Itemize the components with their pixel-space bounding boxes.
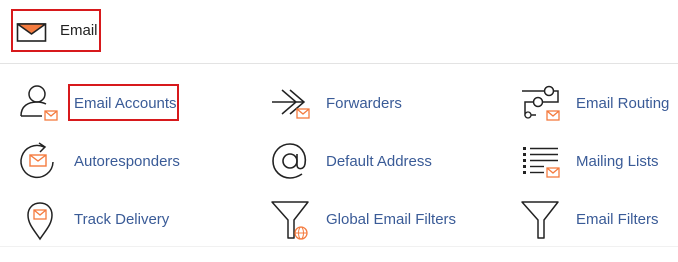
email-panel: Email Email Accounts Forwarders Email Ro… — [0, 0, 678, 262]
default-address-link[interactable]: Default Address — [270, 140, 440, 184]
email-routing-link[interactable]: Email Routing — [520, 82, 670, 126]
email-routing-label: Email Routing — [576, 95, 670, 112]
email-filters-link[interactable]: Email Filters — [520, 198, 670, 242]
track-delivery-label: Track Delivery — [74, 211, 170, 228]
default-address-label: Default Address — [326, 153, 432, 170]
email-accounts-highlight-box — [68, 84, 179, 121]
mailing-lists-link[interactable]: Mailing Lists — [520, 140, 670, 184]
refresh-envelope-icon — [20, 142, 54, 179]
divider — [0, 246, 678, 247]
forwarders-label: Forwarders — [326, 95, 402, 112]
list-envelope-icon — [523, 147, 560, 178]
user-envelope-icon — [20, 85, 58, 121]
forward-arrow-envelope-icon — [272, 89, 310, 119]
funnel-globe-icon — [271, 201, 309, 240]
at-sign-icon — [272, 143, 307, 179]
email-section-header[interactable]: Email — [0, 0, 678, 64]
global-email-filters-label: Global Email Filters — [326, 211, 457, 228]
track-delivery-link[interactable]: Track Delivery — [18, 198, 188, 242]
email-filters-label: Email Filters — [576, 211, 659, 228]
routing-envelope-icon — [522, 85, 560, 121]
map-pin-envelope-icon — [27, 202, 53, 241]
envelope-icon — [16, 23, 47, 42]
autoresponders-label: Autoresponders — [74, 153, 180, 170]
forwarders-link[interactable]: Forwarders — [270, 82, 430, 126]
section-title: Email — [60, 22, 98, 39]
funnel-icon — [521, 201, 559, 239]
mailing-lists-label: Mailing Lists — [576, 153, 659, 170]
global-email-filters-link[interactable]: Global Email Filters — [270, 198, 460, 242]
autoresponders-link[interactable]: Autoresponders — [18, 140, 188, 184]
